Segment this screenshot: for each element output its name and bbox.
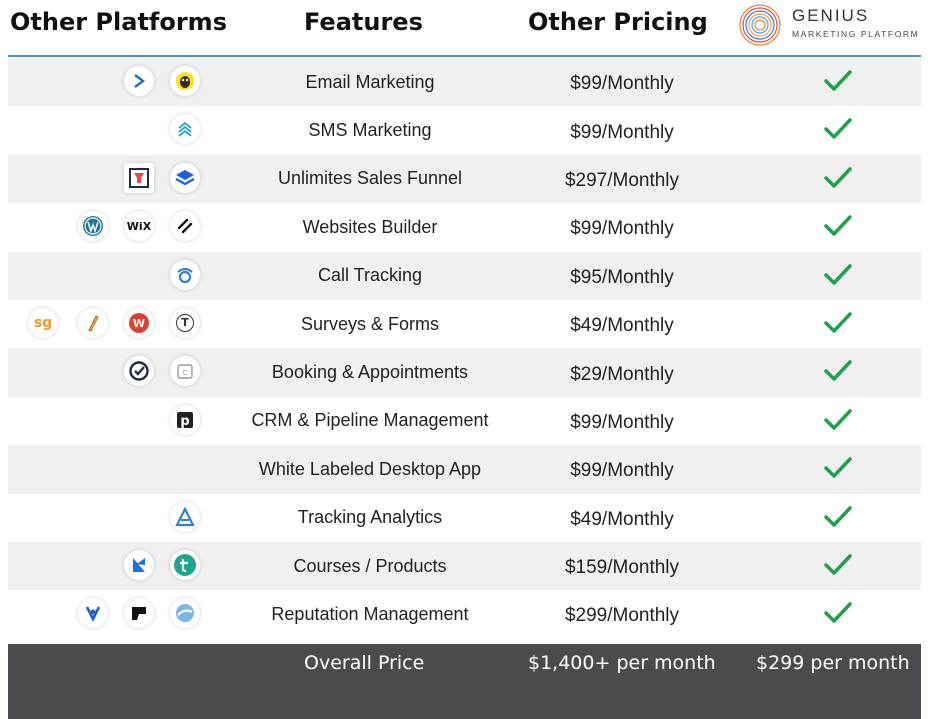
- table-row: Courses / Products $159/Monthly: [8, 541, 921, 591]
- mailchimp-icon: [170, 66, 200, 96]
- clickfunnels-icon: [124, 162, 154, 193]
- check-icon: [824, 312, 852, 333]
- check-icon: [824, 408, 852, 430]
- kajabi-icon: [124, 549, 154, 580]
- birdeye-icon: [78, 598, 108, 629]
- survey-pen-icon: [78, 307, 108, 338]
- other-price: $99/Monthly: [570, 73, 674, 95]
- check-icon: [824, 215, 852, 236]
- other-price: $99/Monthly: [570, 411, 674, 433]
- check-icon: [824, 554, 852, 575]
- table-row: Unlimites Sales Funnel $297/Monthly: [8, 154, 921, 204]
- wordpress-icon: [78, 211, 108, 242]
- table-row: SMS Marketing $99/Monthly: [8, 106, 921, 154]
- pipedrive-icon: p: [170, 404, 200, 435]
- wufoo-icon: W: [124, 307, 154, 338]
- check-icon: [824, 360, 852, 382]
- check-icon: [824, 602, 852, 624]
- other-price: $99/Monthly: [570, 218, 674, 240]
- other-price: $99/Monthly: [570, 121, 674, 143]
- squarespace-icon: [170, 211, 200, 242]
- table-row: Tracking Analytics $49/Monthly: [8, 494, 921, 542]
- genius-logo: GENIUS MARKETING PLATFORM: [736, 2, 926, 48]
- feature-label: CRM & Pipeline Management: [251, 410, 489, 431]
- table-row: Email Marketing $99/Monthly: [8, 58, 921, 107]
- feature-label: Websites Builder: [302, 216, 438, 237]
- genius-total-price: $299 per month: [756, 652, 910, 674]
- other-price: $49/Monthly: [570, 315, 674, 337]
- other-price: $299/Monthly: [564, 605, 680, 627]
- feature-label: Surveys & Forms: [300, 313, 440, 334]
- leadpages-icon: [170, 162, 200, 193]
- other-price: $95/Monthly: [570, 266, 674, 288]
- feature-label: Email Marketing: [305, 71, 435, 92]
- feature-label: Unlimites Sales Funnel: [277, 168, 463, 189]
- feature-label: Call Tracking: [317, 265, 423, 286]
- feature-label: SMS Marketing: [308, 120, 432, 141]
- calendly-icon: C: [170, 356, 200, 387]
- logo-tagline: MARKETING PLATFORM: [792, 29, 920, 39]
- table-row: C Booking & Appointments $29/Monthly: [8, 348, 921, 397]
- other-price: $49/Monthly: [570, 508, 674, 530]
- feature-label: Tracking Analytics: [297, 507, 443, 528]
- feature-label: Reputation Management: [271, 603, 469, 624]
- other-price: $297/Monthly: [564, 169, 680, 191]
- check-icon: [824, 263, 852, 285]
- feature-label: White Labeled Desktop App: [258, 458, 482, 479]
- table-row: Call Tracking $95/Monthly: [8, 251, 921, 300]
- wufoo-glyph: W: [133, 317, 145, 330]
- other-total-price: $1,400+ per month: [528, 652, 716, 674]
- overall-price-label: Overall Price: [304, 652, 425, 674]
- genius-logo-mark-icon: [739, 4, 781, 46]
- wix-icon: WiX: [124, 211, 154, 242]
- other-price: $99/Monthly: [570, 460, 674, 482]
- check-icon: [824, 505, 852, 527]
- table-row: Reputation Management $299/Monthly: [8, 590, 921, 638]
- total-price-bar: Overall Price $1,400+ per month $299 per…: [8, 644, 921, 719]
- table-row: p CRM & Pipeline Management $99/Monthly: [8, 397, 921, 445]
- podium-icon: [124, 598, 154, 629]
- header-other-platforms: Other Platforms: [10, 8, 227, 36]
- header-other-pricing: Other Pricing: [528, 8, 708, 36]
- pipedrive-glyph: p: [180, 414, 189, 429]
- header-features: Features: [304, 8, 423, 36]
- other-price: $29/Monthly: [570, 363, 674, 385]
- table-row: WiX Websites Builder $99/Monthly: [8, 203, 921, 251]
- teachable-icon: [170, 549, 200, 580]
- check-icon: [824, 457, 852, 478]
- comparison-table: Email Marketing $99/Monthly SMS Marketin…: [8, 58, 921, 639]
- check-icon: [824, 167, 852, 188]
- typeform-icon: T: [170, 307, 200, 338]
- reputation-icon: [170, 598, 200, 629]
- acuity-icon: [124, 356, 154, 387]
- feature-label: Courses / Products: [293, 555, 447, 576]
- other-price: $159/Monthly: [564, 557, 680, 579]
- check-icon: [824, 70, 852, 91]
- feature-label: Booking & Appointments: [271, 362, 469, 383]
- table-row: sg W T Surveys & Forms $49/Monthly: [8, 300, 921, 348]
- sendinblue-icon: [124, 66, 154, 96]
- header-divider: [8, 55, 921, 57]
- logo-name: GENIUS: [792, 6, 870, 25]
- check-icon: [824, 118, 852, 140]
- call-tracking-icon: [170, 259, 200, 290]
- sms-stack-icon: [170, 114, 200, 145]
- table-row: White Labeled Desktop App $99/Monthly: [8, 445, 921, 494]
- analytics-icon: [170, 501, 200, 532]
- surveygizmo-icon: sg: [28, 307, 58, 338]
- comparison-header: Other Platforms Features Other Pricing G…: [0, 0, 928, 57]
- calendly-glyph: C: [183, 369, 188, 377]
